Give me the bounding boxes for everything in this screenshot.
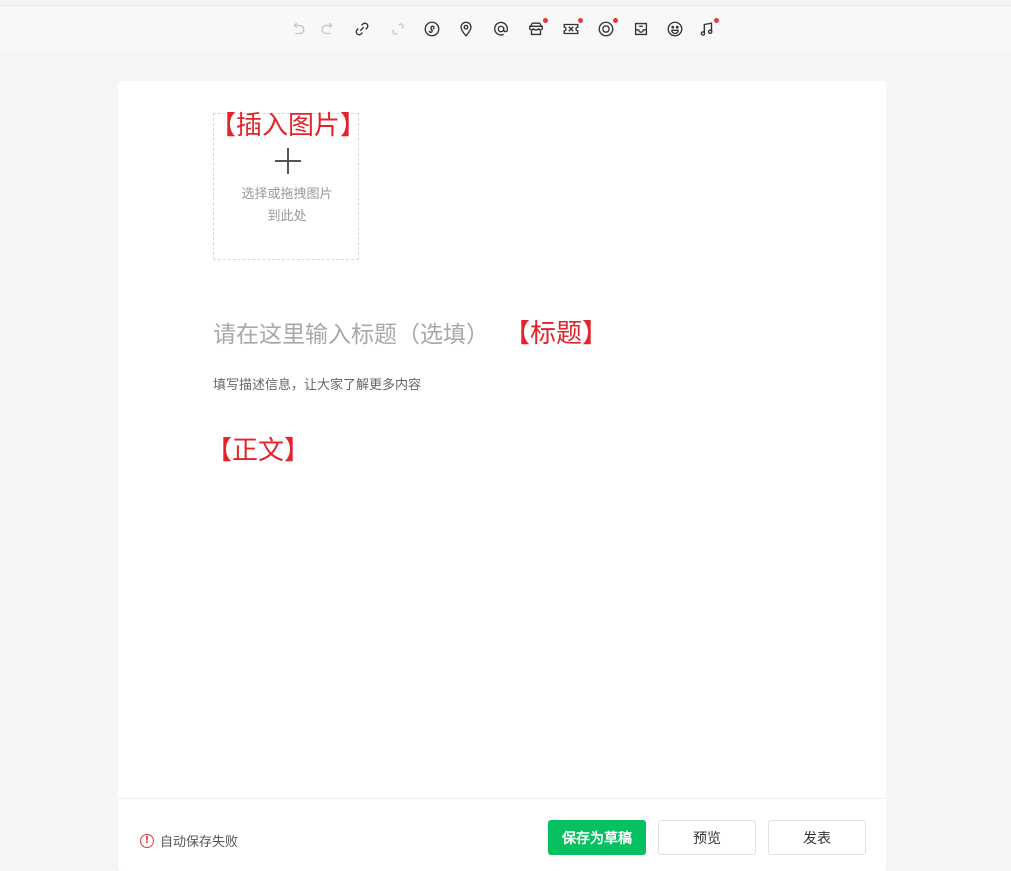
description-input[interactable]: 填写描述信息，让大家了解更多内容	[213, 374, 421, 393]
unlink-icon[interactable]	[388, 19, 408, 39]
location-icon[interactable]	[456, 19, 476, 39]
new-badge-dot	[578, 18, 583, 23]
music-icon[interactable]	[697, 18, 719, 39]
live-icon[interactable]	[596, 18, 618, 39]
annotation-insert-image: 【插入图片】	[210, 111, 367, 141]
coupon-icon[interactable]	[561, 18, 583, 39]
footer-bar: ! 自动保存失败 保存为草稿 预览 发表	[118, 798, 886, 868]
preview-button[interactable]: 预览	[658, 820, 756, 855]
warning-icon: !	[140, 833, 154, 848]
link-icon[interactable]	[352, 19, 372, 39]
plus-icon	[275, 148, 301, 174]
upload-hint-line1: 选择或拖拽图片	[241, 187, 333, 202]
upload-hint-line2: 到此处	[267, 209, 307, 224]
undo-icon[interactable]	[288, 19, 308, 39]
new-badge-dot	[613, 18, 618, 23]
publish-button[interactable]: 发表	[768, 820, 866, 855]
autosave-status-text: 自动保存失败	[160, 835, 239, 850]
description-placeholder: 填写描述信息，让大家了解更多内容	[213, 378, 422, 393]
new-badge-dot	[543, 18, 548, 23]
autosave-status: ! 自动保存失败	[140, 831, 238, 850]
annotation-title: 【标题】	[504, 319, 609, 349]
product-icon[interactable]	[526, 18, 548, 39]
upload-hint: 选择或拖拽图片 到此处	[214, 184, 360, 228]
save-draft-button[interactable]: 保存为草稿	[548, 820, 646, 855]
redo-icon[interactable]	[318, 19, 338, 39]
body-input[interactable]: 【正文】	[206, 436, 310, 466]
title-placeholder: 请在这里输入标题（选填）	[213, 322, 489, 348]
mini-program-icon[interactable]	[422, 19, 442, 39]
new-badge-dot	[714, 18, 719, 23]
title-input[interactable]: 请在这里输入标题（选填）	[213, 319, 489, 351]
editor-toolbar	[0, 5, 1011, 51]
mention-icon[interactable]	[491, 19, 511, 39]
editor-card: 选择或拖拽图片 到此处 【插入图片】 请在这里输入标题（选填） 【标题】 填写描…	[118, 81, 886, 871]
emoji-icon[interactable]	[665, 19, 685, 39]
box-icon[interactable]	[631, 19, 651, 39]
